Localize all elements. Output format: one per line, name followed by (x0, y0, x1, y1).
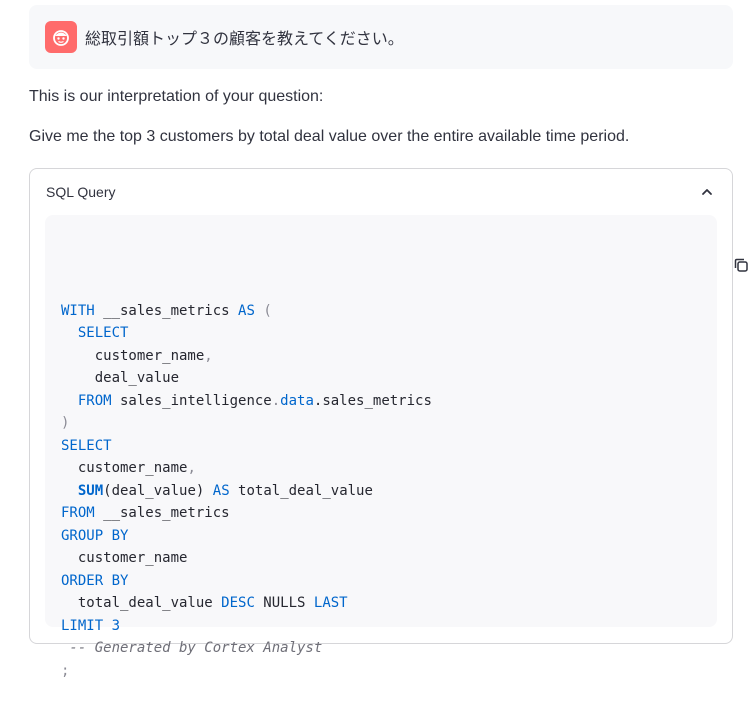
code-token: FROM (77, 392, 112, 409)
user-message-text: 総取引額トップ３の顧客を教えてください。 (85, 31, 404, 48)
code-line: ) (61, 412, 701, 435)
code-line: total_deal_value DESC NULLS LAST (61, 592, 701, 615)
code-token: , (204, 347, 213, 364)
code-token: deal_value (111, 482, 196, 499)
code-token: SUM (77, 482, 104, 499)
code-line: SELECT (61, 322, 701, 345)
sql-code-block: WITH __sales_metrics AS ( SELECT custome… (45, 215, 748, 679)
code-token: SELECT (61, 437, 112, 454)
code-token: customer_name (61, 550, 188, 566)
code-line: ; (61, 660, 701, 683)
code-token: total_deal_value (61, 595, 222, 611)
code-token: ( (263, 302, 272, 319)
code-line: FROM __sales_metrics (61, 502, 701, 525)
sql-query-expander-header[interactable]: SQL Query (30, 169, 732, 215)
code-token: LIMIT (61, 617, 104, 634)
code-token: ; (61, 662, 70, 679)
chevron-up-icon[interactable] (700, 185, 714, 199)
code-token: GROUP BY (61, 527, 129, 544)
code-token: LAST (313, 595, 348, 611)
code-token: FROM (61, 505, 95, 521)
code-line: LIMIT 3 (61, 615, 701, 638)
code-token: customer_name (61, 347, 205, 364)
code-line: SELECT (61, 435, 701, 458)
code-line: SUM(deal_value) AS total_deal_value (61, 480, 701, 503)
code-token: total_deal_value (229, 482, 373, 499)
code-token: deal_value (61, 370, 180, 386)
code-token: , (187, 460, 196, 476)
code-token: ( (103, 482, 112, 499)
sql-query-title: SQL Query (46, 184, 116, 200)
code-token: __sales_metrics (94, 505, 230, 521)
user-message: 総取引額トップ３の顧客を教えてください。 (29, 5, 733, 69)
code-token: AS (212, 482, 230, 499)
code-line: ORDER BY (61, 570, 701, 593)
code-line: FROM sales_intelligence.data.sales_metri… (61, 390, 701, 413)
interpretation-intro: This is our interpretation of your quest… (29, 88, 324, 105)
code-token: NULLS (254, 595, 314, 611)
code-token: __sales_metrics (94, 302, 239, 319)
code-line: deal_value (61, 367, 701, 390)
code-token: SELECT (77, 325, 129, 341)
code-token: sales_metrics (322, 392, 432, 409)
code-token: 3 (111, 617, 121, 634)
code-token: customer_name (61, 460, 188, 476)
code-line: -- Generated by Cortex Analyst (61, 637, 701, 660)
code-token: ) (61, 415, 70, 431)
code-token: data (280, 392, 314, 409)
code-token: AS (238, 302, 255, 319)
sql-query-expander: SQL Query WITH __sales_metrics AS ( SELE… (29, 168, 748, 679)
code-line: customer_name, (61, 457, 701, 480)
code-token: ORDER BY (61, 572, 129, 589)
code-line: customer_name (61, 547, 701, 570)
robot-face-icon (45, 21, 77, 53)
copy-icon[interactable] (681, 233, 748, 272)
code-token: . (271, 392, 281, 409)
interpretation-text: Give me the top 3 customers by total dea… (29, 128, 630, 145)
code-line: GROUP BY (61, 525, 701, 548)
code-line: WITH __sales_metrics AS ( (61, 300, 701, 323)
code-line: customer_name, (61, 345, 701, 368)
code-token: DESC (221, 595, 255, 611)
code-token: sales_intelligence (111, 392, 272, 409)
code-token: -- Generated by Cortex Analyst (61, 640, 323, 656)
sql-code-lines: WITH __sales_metrics AS ( SELECT custome… (61, 300, 701, 683)
code-token: WITH (61, 302, 95, 319)
